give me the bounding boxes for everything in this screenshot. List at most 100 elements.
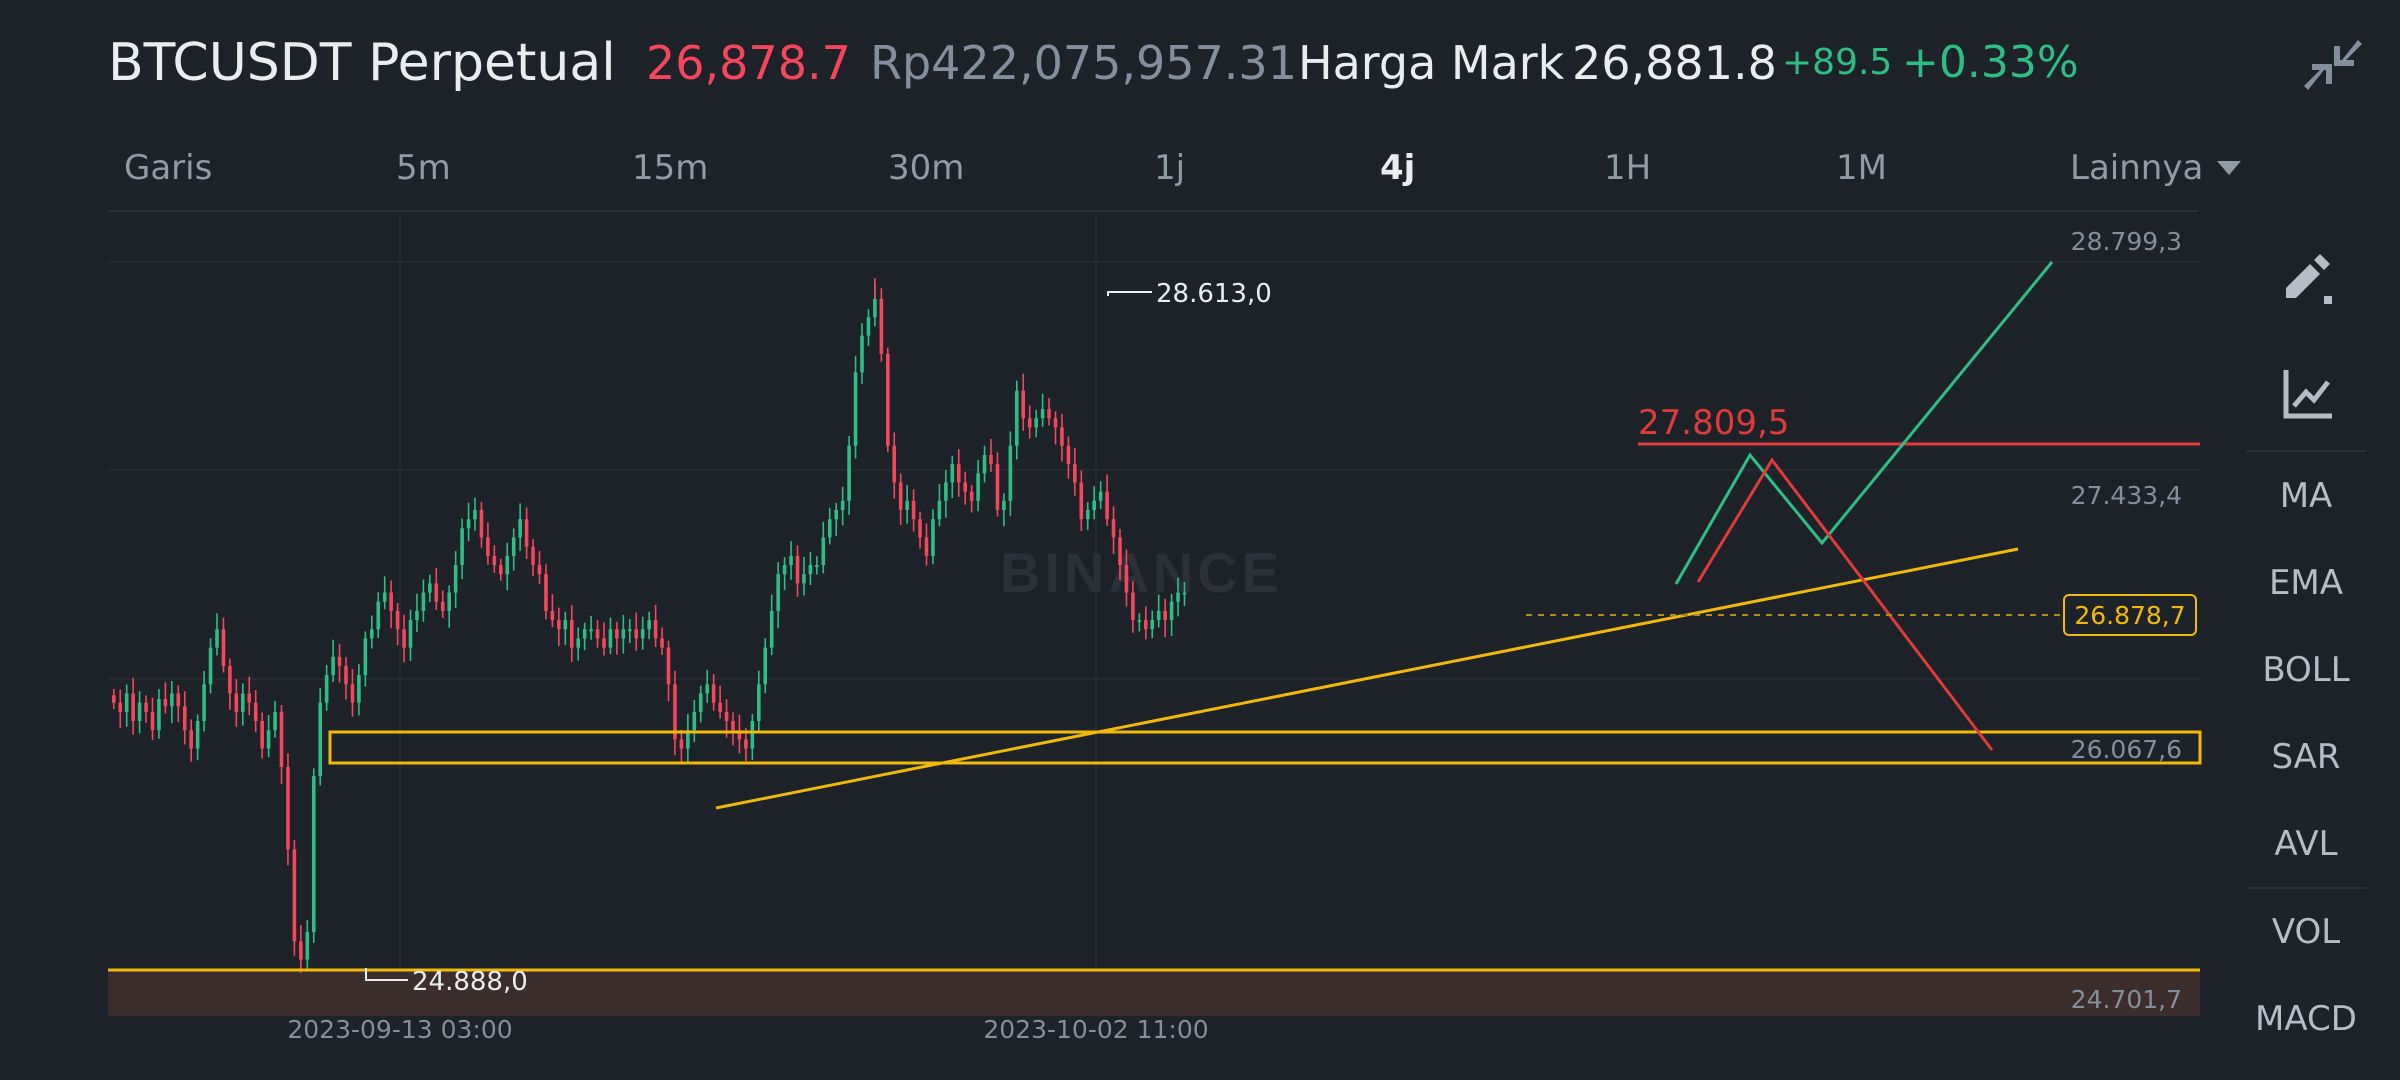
change-percent: +0.33% xyxy=(1902,37,2079,88)
candle-body xyxy=(834,509,838,520)
candle-body xyxy=(434,583,439,602)
candle-body xyxy=(479,509,484,538)
candle-body xyxy=(350,684,355,703)
candle-body xyxy=(486,537,490,556)
candle-body xyxy=(886,353,890,446)
tab-more[interactable]: Lainnya xyxy=(2070,148,2243,188)
candle-body xyxy=(1144,620,1148,630)
tab-30m[interactable]: 30m xyxy=(888,148,964,188)
candle-body xyxy=(241,693,245,712)
ticker-header: BTCUSDT Perpetual 26,878.7 Rp422,075,957… xyxy=(0,0,2400,128)
candle-body xyxy=(318,702,322,777)
tab-15m[interactable]: 15m xyxy=(632,148,708,188)
candle-body xyxy=(898,482,903,510)
candle-body xyxy=(769,610,774,648)
candle-body xyxy=(969,491,974,501)
indicator-macd[interactable]: MACD xyxy=(2246,999,2366,1039)
candle-body xyxy=(163,699,168,707)
mark-price-value: 26,881.8 xyxy=(1572,36,1777,90)
watermark: BINANCE xyxy=(1000,541,1283,604)
drawing-layer[interactable] xyxy=(108,261,2202,972)
candle-body xyxy=(150,711,155,731)
tab-1h[interactable]: 1H xyxy=(1604,148,1651,188)
candle-body xyxy=(460,528,464,566)
candle-body xyxy=(679,739,684,749)
candle-body xyxy=(505,555,510,575)
candle-body xyxy=(640,629,645,639)
indicator-sar[interactable]: SAR xyxy=(2246,737,2366,777)
candles xyxy=(112,278,1187,973)
candle-body xyxy=(873,298,877,318)
change-absolute: +89.5 xyxy=(1782,42,1893,83)
candle-body xyxy=(260,721,264,749)
candle-body xyxy=(1131,592,1135,621)
indicator-ma[interactable]: MA xyxy=(2246,476,2366,516)
candle-body xyxy=(170,693,174,707)
indicator-ema[interactable]: EMA xyxy=(2246,563,2366,603)
pencil-draw-icon[interactable] xyxy=(2276,246,2340,310)
tab-garis[interactable]: Garis xyxy=(124,148,212,188)
candle-body xyxy=(428,583,432,593)
candlestick-chart[interactable]: BINANCE 28.613,0 24.888,0 27.809,5 28.79… xyxy=(0,212,2220,1080)
candle-body xyxy=(337,656,342,666)
candle-body xyxy=(711,684,716,703)
tab-1m[interactable]: 1M xyxy=(1836,148,1887,188)
candle-body xyxy=(808,565,813,575)
tab-1j[interactable]: 1j xyxy=(1154,148,1185,188)
candle-body xyxy=(705,684,709,694)
candle-body xyxy=(189,730,193,749)
candle-body xyxy=(1079,482,1084,520)
candle-body xyxy=(324,675,329,703)
candle-body xyxy=(466,519,471,529)
candle-body xyxy=(757,684,761,722)
candle-body xyxy=(531,546,535,566)
candle-body xyxy=(918,519,922,538)
candle-body xyxy=(299,941,303,960)
candle-body xyxy=(376,601,381,630)
candle-body xyxy=(937,500,942,520)
chart-area[interactable]: BINANCE 28.613,0 24.888,0 27.809,5 28.79… xyxy=(0,212,2220,1080)
candle-body xyxy=(950,464,955,483)
candle-body xyxy=(615,629,619,639)
candle-body xyxy=(924,537,929,556)
timeframe-tabs: Garis 5m 15m 30m 1j 4j 1H 1M Lainnya xyxy=(108,140,2242,212)
candle-body xyxy=(157,699,161,731)
indicator-chart-icon[interactable] xyxy=(2276,362,2340,426)
idr-price: Rp422,075,957.31 xyxy=(870,36,1297,90)
candle-body xyxy=(247,693,252,703)
candle-body xyxy=(176,693,181,707)
collapse-arrows-icon[interactable] xyxy=(2304,36,2362,94)
candle-body xyxy=(286,766,290,850)
indicator-boll[interactable]: BOLL xyxy=(2246,650,2366,690)
candle-body xyxy=(724,711,729,722)
tab-4j[interactable]: 4j xyxy=(1380,148,1415,188)
candle-body xyxy=(750,721,755,749)
candle-body xyxy=(202,684,206,722)
indicator-sidebar: MA EMA BOLL SAR AVL VOL MACD xyxy=(2246,212,2400,1080)
candle-body xyxy=(802,574,806,584)
candle-body xyxy=(1176,592,1180,602)
symbol-title[interactable]: BTCUSDT Perpetual xyxy=(108,28,616,98)
candle-body xyxy=(634,629,639,639)
candle-body xyxy=(112,695,116,703)
time-tick: 2023-09-13 03:00 xyxy=(287,1015,512,1044)
candle-body xyxy=(499,565,503,575)
candle-body xyxy=(744,739,748,749)
candle-body xyxy=(1169,601,1174,621)
indicator-avl[interactable]: AVL xyxy=(2246,824,2366,864)
candle-body xyxy=(847,445,851,501)
yellow-zone-box[interactable] xyxy=(328,730,2202,765)
tab-5m[interactable]: 5m xyxy=(396,148,451,188)
candle-body xyxy=(357,675,361,703)
candle-body xyxy=(1092,500,1096,510)
candle-body xyxy=(402,629,406,648)
candle-body xyxy=(1163,610,1167,621)
candle-body xyxy=(1027,418,1032,428)
candle-body xyxy=(944,482,948,501)
candle-body xyxy=(1002,500,1006,510)
candle-body xyxy=(370,629,374,639)
candle-body xyxy=(266,730,271,749)
indicator-vol[interactable]: VOL xyxy=(2246,912,2366,952)
candle-body xyxy=(911,500,916,520)
candle-body xyxy=(582,629,587,639)
